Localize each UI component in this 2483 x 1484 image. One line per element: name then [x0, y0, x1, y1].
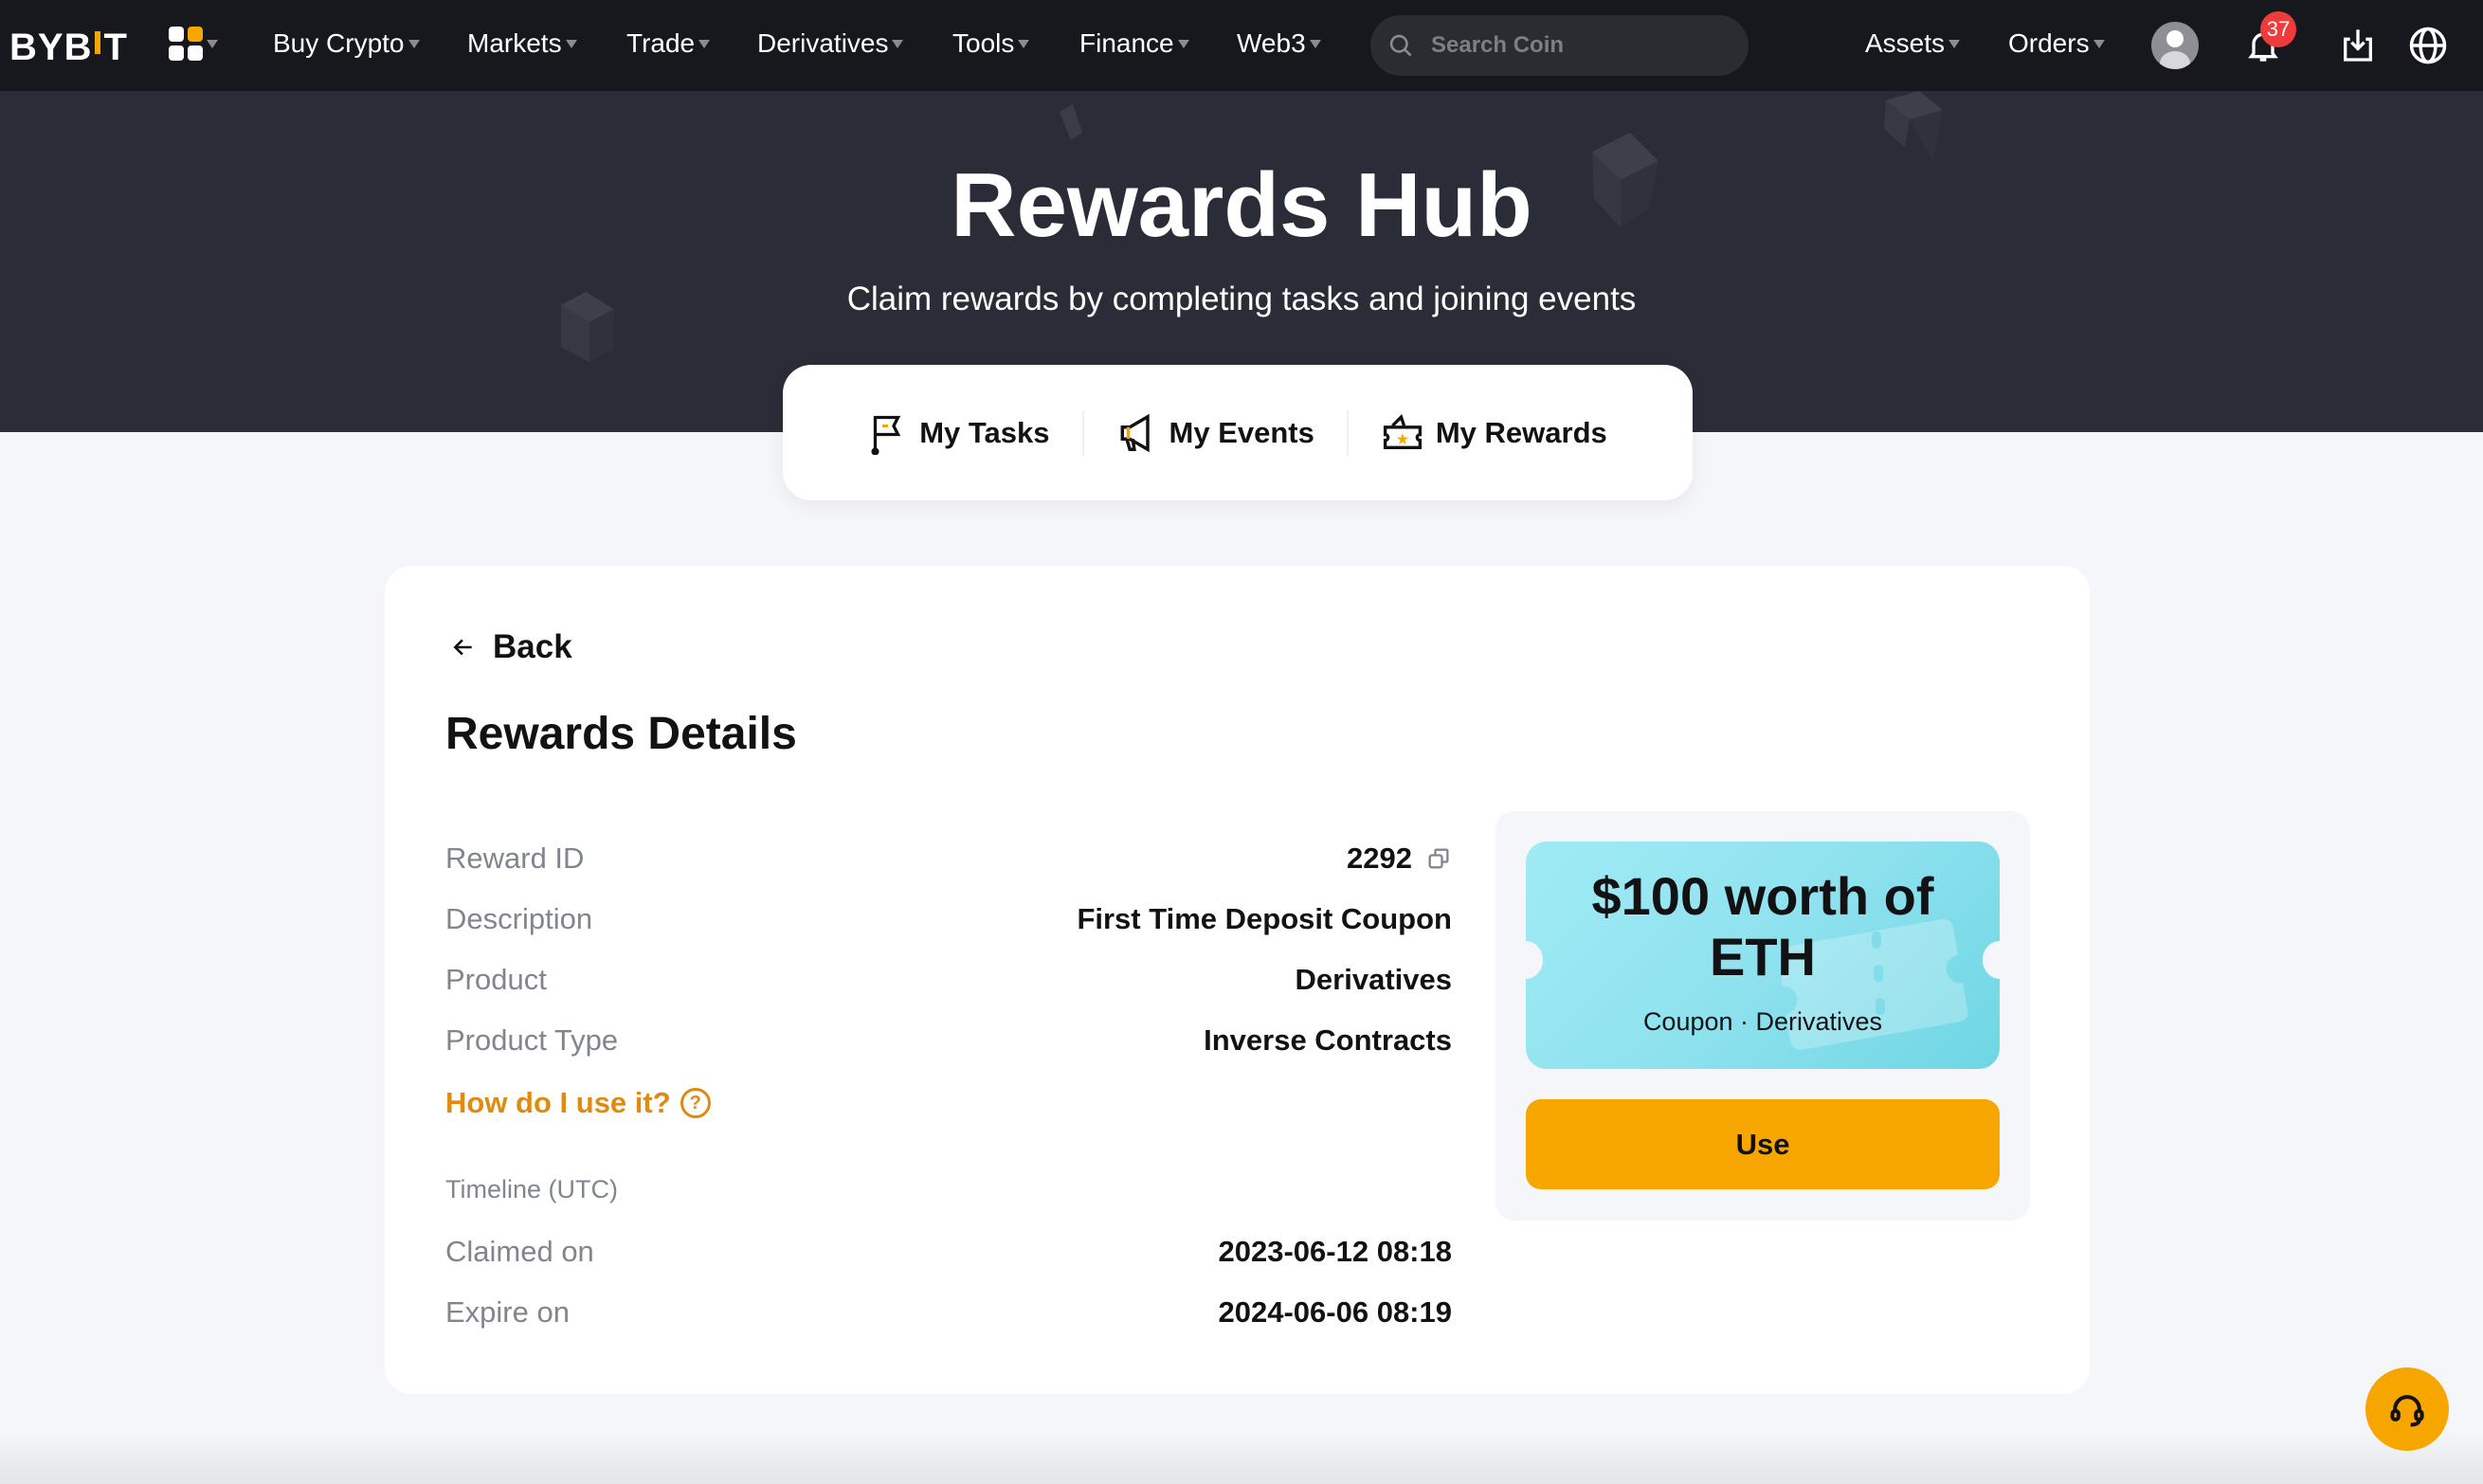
language-button[interactable]	[2403, 21, 2453, 70]
headset-icon	[2390, 1395, 2424, 1427]
ticket-icon	[1383, 413, 1422, 449]
apps-menu-button[interactable]	[169, 27, 218, 61]
search-icon	[1389, 34, 1412, 57]
rewards-tabs: My Tasks My Events My Rewards	[783, 365, 1693, 500]
arrow-left-icon	[453, 639, 472, 656]
coupon-panel: $100 worth of ETH Coupon · Derivatives U…	[1495, 811, 2030, 1221]
chevron-down-icon	[1018, 39, 1030, 48]
page-bottom	[0, 1431, 2483, 1484]
nav-assets[interactable]: Assets	[1865, 28, 1961, 59]
notification-badge: 37	[2260, 11, 2296, 47]
chevron-down-icon	[2093, 39, 2105, 48]
megaphone-icon	[1120, 413, 1150, 452]
help-circle-icon: ?	[680, 1088, 711, 1118]
download-icon	[2344, 29, 2372, 62]
reward-id-value: 2292	[1347, 842, 1412, 875]
flag-icon	[871, 415, 901, 455]
apps-grid-icon	[169, 27, 203, 61]
support-chat-button[interactable]	[2365, 1367, 2449, 1451]
chevron-down-icon	[207, 39, 218, 48]
coupon-amount: $100 worth of ETH	[1591, 866, 1934, 986]
page-subtitle: Claim rewards by completing tasks and jo…	[846, 281, 1637, 317]
chevron-down-icon	[1177, 39, 1189, 48]
detail-row-product-type: Product Type Inverse Contracts	[445, 1023, 1452, 1057]
avatar[interactable]	[2151, 22, 2199, 69]
tab-my-rewards[interactable]: My Rewards	[1349, 412, 1640, 454]
chevron-down-icon	[1948, 39, 1961, 48]
how-to-use-link[interactable]: How do I use it? ?	[445, 1086, 711, 1120]
detail-row-claimed-on: Claimed on 2023-06-12 08:18	[445, 1235, 1452, 1268]
coupon-ticket: $100 worth of ETH Coupon · Derivatives	[1526, 842, 2000, 1069]
tab-my-events[interactable]: My Events	[1084, 412, 1347, 454]
chevron-down-icon	[698, 39, 711, 48]
logo-accent	[95, 30, 101, 54]
bybit-logo[interactable]: BYB T	[9, 27, 128, 69]
detail-row-expire-on: Expire on 2024-06-06 08:19	[445, 1295, 1452, 1329]
chevron-down-icon	[1309, 39, 1321, 48]
search-input[interactable]	[1431, 32, 1715, 59]
gift-decoration-icon	[1060, 104, 1082, 140]
tab-my-tasks[interactable]: My Tasks	[836, 411, 1081, 455]
timeline-label: Timeline (UTC)	[445, 1175, 618, 1203]
back-button[interactable]: Back	[451, 628, 572, 666]
page-title: Rewards Hub	[951, 154, 1532, 256]
top-nav: BYB T Buy Crypto Markets Trade Derivative…	[0, 0, 2483, 91]
chevron-down-icon	[892, 39, 904, 48]
nav-orders[interactable]: Orders	[2008, 28, 2105, 59]
search-box[interactable]	[1370, 15, 1749, 76]
nav-web3[interactable]: Web3	[1237, 28, 1321, 59]
nav-trade[interactable]: Trade	[626, 28, 711, 59]
detail-row-description: Description First Time Deposit Coupon	[445, 902, 1452, 935]
reward-details-card: Back Rewards Details Reward ID 2292 Desc…	[385, 566, 2090, 1394]
use-button[interactable]: Use	[1526, 1099, 2000, 1189]
nav-markets[interactable]: Markets	[467, 28, 577, 59]
nav-buy-crypto[interactable]: Buy Crypto	[273, 28, 420, 59]
detail-row-product: Product Derivatives	[445, 963, 1452, 996]
section-title: Rewards Details	[445, 709, 797, 759]
chevron-down-icon	[565, 39, 577, 48]
globe-icon	[2409, 27, 2447, 64]
chevron-down-icon	[408, 39, 420, 48]
copy-icon[interactable]	[1425, 845, 1452, 872]
nav-derivatives[interactable]: Derivatives	[757, 28, 904, 59]
user-icon	[2160, 30, 2190, 69]
download-button[interactable]	[2333, 21, 2383, 70]
nav-finance[interactable]: Finance	[1079, 28, 1189, 59]
detail-row-reward-id: Reward ID 2292	[445, 842, 1452, 876]
coupon-meta: Coupon · Derivatives	[1642, 1007, 1883, 1036]
nav-tools[interactable]: Tools	[952, 28, 1030, 59]
